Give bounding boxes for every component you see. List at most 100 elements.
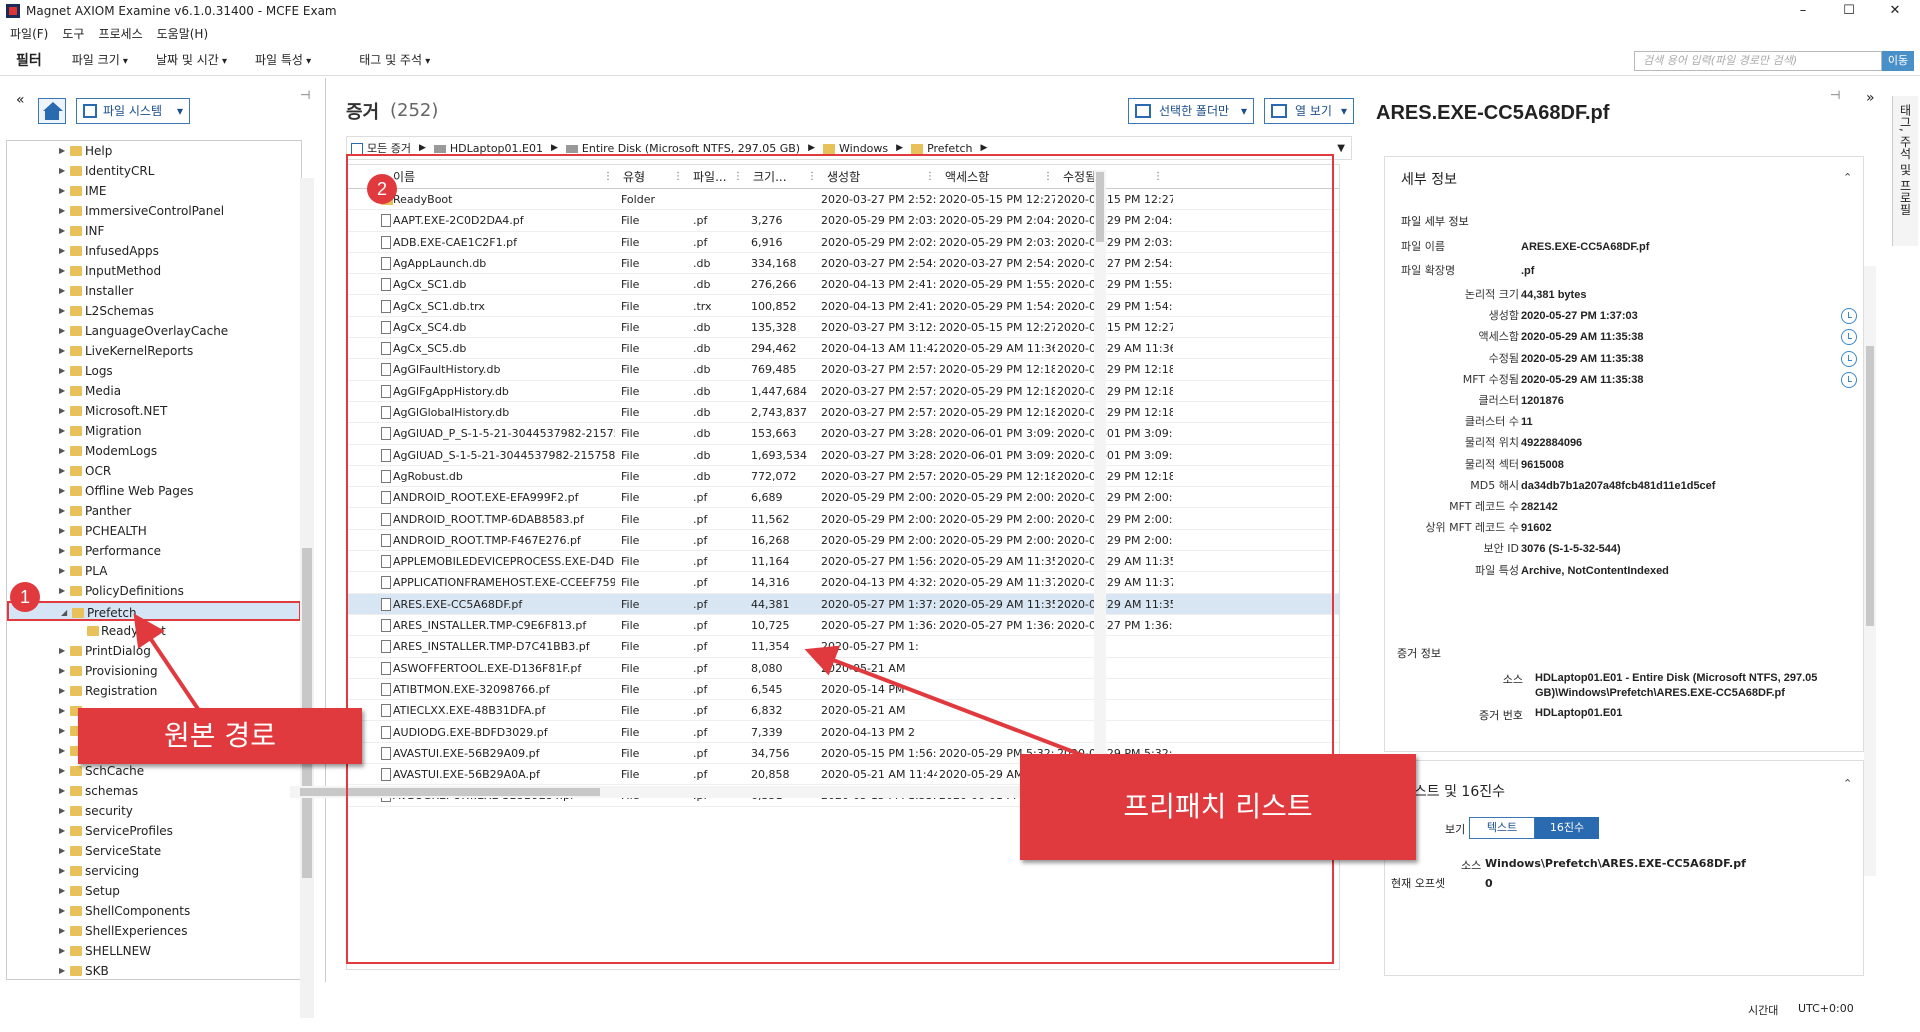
expand-arrow-icon[interactable]: ▶ [59, 401, 65, 421]
expand-arrow-icon[interactable]: ▶ [59, 781, 65, 801]
column-view-button[interactable]: 열 보기 [1264, 98, 1354, 124]
breadcrumb-image[interactable]: HDLaptop01.E01 [433, 142, 543, 155]
tree-item[interactable]: ▶ Logs [7, 361, 301, 381]
expand-arrow-icon[interactable]: ▶ [59, 561, 65, 581]
filter-tags-dropdown[interactable]: 태그 및 주석 [359, 51, 430, 68]
expand-arrow-icon[interactable]: ▶ [59, 641, 65, 661]
tree-item[interactable]: ▶ Help [7, 141, 301, 161]
tree-item[interactable]: ▶ security [7, 801, 301, 821]
tree-item[interactable]: ▶ PLA [7, 561, 301, 581]
expand-arrow-icon[interactable]: ▶ [59, 181, 65, 201]
collapse-details-icon[interactable]: ⌃ [1843, 171, 1852, 184]
menu-tools[interactable]: 도구 [62, 25, 84, 42]
filter-file-size-dropdown[interactable]: 파일 크기 [72, 51, 128, 68]
expand-arrow-icon[interactable]: ◢ [61, 603, 67, 623]
expand-arrow-icon[interactable]: ▶ [59, 941, 65, 961]
go-button[interactable]: 이동 [1882, 51, 1914, 71]
tree-item[interactable]: ▶ schemas [7, 781, 301, 801]
tree-item[interactable]: ▶ Registration [7, 681, 301, 701]
expand-arrow-icon[interactable]: ▶ [59, 461, 65, 481]
collapse-texthex-icon[interactable]: ⌃ [1843, 777, 1852, 790]
expand-arrow-icon[interactable]: ▶ [59, 821, 65, 841]
tree-item[interactable]: ▶ Panther [7, 501, 301, 521]
selected-folder-only-button[interactable]: 선택한 폴더만 [1128, 98, 1254, 124]
tree-item[interactable]: ▶ InputMethod [7, 261, 301, 281]
close-button[interactable]: ✕ [1872, 0, 1918, 22]
tree-item[interactable]: ▶ SHELLNEW [7, 941, 301, 961]
menu-file[interactable]: 파일(F) [10, 25, 48, 42]
tree-item[interactable]: ▶ Setup [7, 881, 301, 901]
tree-item[interactable]: ▶ ServiceState [7, 841, 301, 861]
expand-arrow-icon[interactable]: ▶ [59, 801, 65, 821]
tree-item[interactable]: ▶ OCR [7, 461, 301, 481]
tree-scrollbar[interactable] [300, 178, 314, 1018]
expand-arrow-icon[interactable]: ▶ [59, 501, 65, 521]
tree-item[interactable]: ▶ LanguageOverlayCache [7, 321, 301, 341]
tree-item[interactable]: ▶ ShellComponents [7, 901, 301, 921]
expand-arrow-icon[interactable]: ▶ [59, 581, 65, 601]
clock-icon[interactable] [1841, 308, 1857, 325]
expand-arrow-icon[interactable]: ▶ [59, 241, 65, 261]
expand-arrow-icon[interactable]: ▶ [59, 201, 65, 221]
tags-comments-side-tab[interactable]: 태그, 주석 및 프로필 [1892, 96, 1918, 246]
expand-arrow-icon[interactable]: ▶ [59, 861, 65, 881]
tree-item[interactable]: ▶ SchCache [7, 761, 301, 781]
expand-arrow-icon[interactable]: ▶ [59, 301, 65, 321]
expand-arrow-icon[interactable]: ▶ [59, 361, 65, 381]
expand-arrow-icon[interactable]: ▶ [59, 741, 65, 761]
expand-arrow-icon[interactable]: ▶ [59, 221, 65, 241]
filter-icon[interactable]: ▼ [1337, 143, 1345, 154]
tree-item[interactable]: ▶ PrintDialog [7, 641, 301, 661]
details-scrollbar[interactable] [1864, 266, 1876, 876]
expand-arrow-icon[interactable]: ▶ [59, 441, 65, 461]
tree-item[interactable]: ▶ ShellExperiences [7, 921, 301, 941]
text-view-button[interactable]: 텍스트 [1469, 817, 1535, 839]
tree-item[interactable]: ▶ LiveKernelReports [7, 341, 301, 361]
expand-arrow-icon[interactable]: ▶ [59, 321, 65, 341]
hex-view-button[interactable]: 16진수 [1535, 817, 1599, 839]
expand-arrow-icon[interactable]: ▶ [59, 161, 65, 181]
tree-item[interactable]: ▶ ImmersiveControlPanel [7, 201, 301, 221]
expand-arrow-icon[interactable]: ▶ [59, 681, 65, 701]
tree-item[interactable]: ▶ Media [7, 381, 301, 401]
tree-item[interactable]: ReadyBoot [7, 621, 301, 641]
tree-item[interactable]: ▶ Provisioning [7, 661, 301, 681]
clock-icon[interactable] [1841, 329, 1857, 346]
details-scroll-thumb[interactable] [1866, 346, 1874, 626]
tree-item[interactable]: ▶ PCHEALTH [7, 521, 301, 541]
expand-arrow-icon[interactable]: ▶ [59, 921, 65, 941]
tree-item[interactable]: ▶ SKB [7, 961, 301, 979]
pin-icon[interactable]: ⊣ [1830, 88, 1840, 102]
expand-arrow-icon[interactable]: ▶ [59, 721, 65, 741]
timezone-value[interactable]: UTC+0:00 [1798, 1002, 1854, 1015]
tree-item[interactable]: ▶ servicing [7, 861, 301, 881]
tree-item[interactable]: ▶ IdentityCRL [7, 161, 301, 181]
expand-arrow-icon[interactable]: ▶ [59, 541, 65, 561]
tree-item[interactable]: ▶ Microsoft.NET [7, 401, 301, 421]
expand-arrow-icon[interactable]: ▶ [59, 341, 65, 361]
tree-item-selected[interactable]: ◢ Prefetch [7, 601, 301, 621]
breadcrumb-prefetch[interactable]: Prefetch [911, 142, 973, 155]
expand-arrow-icon[interactable]: ▶ [59, 381, 65, 401]
clock-icon[interactable] [1841, 350, 1857, 367]
expand-arrow-icon[interactable]: ▶ [59, 421, 65, 441]
collapse-right-icon[interactable]: » [1866, 90, 1875, 106]
home-icon[interactable] [38, 98, 66, 124]
expand-arrow-icon[interactable]: ▶ [59, 481, 65, 501]
tree-item[interactable]: ▶ Migration [7, 421, 301, 441]
tree-item[interactable]: ▶ IME [7, 181, 301, 201]
tree-item[interactable]: ▶ Installer [7, 281, 301, 301]
breadcrumb-disk[interactable]: Entire Disk (Microsoft NTFS, 297.05 GB) [565, 142, 800, 155]
filter-file-attr-dropdown[interactable]: 파일 특성 [255, 51, 311, 68]
expand-arrow-icon[interactable]: ▶ [59, 761, 65, 781]
tree-item[interactable]: ▶ L2Schemas [7, 301, 301, 321]
tree-item[interactable]: ▶ ServiceProfiles [7, 821, 301, 841]
tree-item[interactable]: ▶ Performance [7, 541, 301, 561]
tree-item[interactable]: ▶ INF [7, 221, 301, 241]
expand-arrow-icon[interactable]: ▶ [59, 261, 65, 281]
expand-arrow-icon[interactable]: ▶ [59, 661, 65, 681]
clock-icon[interactable] [1841, 371, 1857, 388]
filesystem-dropdown[interactable]: 파일 시스템 [76, 98, 190, 124]
expand-arrow-icon[interactable]: ▶ [59, 961, 65, 979]
expand-arrow-icon[interactable]: ▶ [59, 901, 65, 921]
